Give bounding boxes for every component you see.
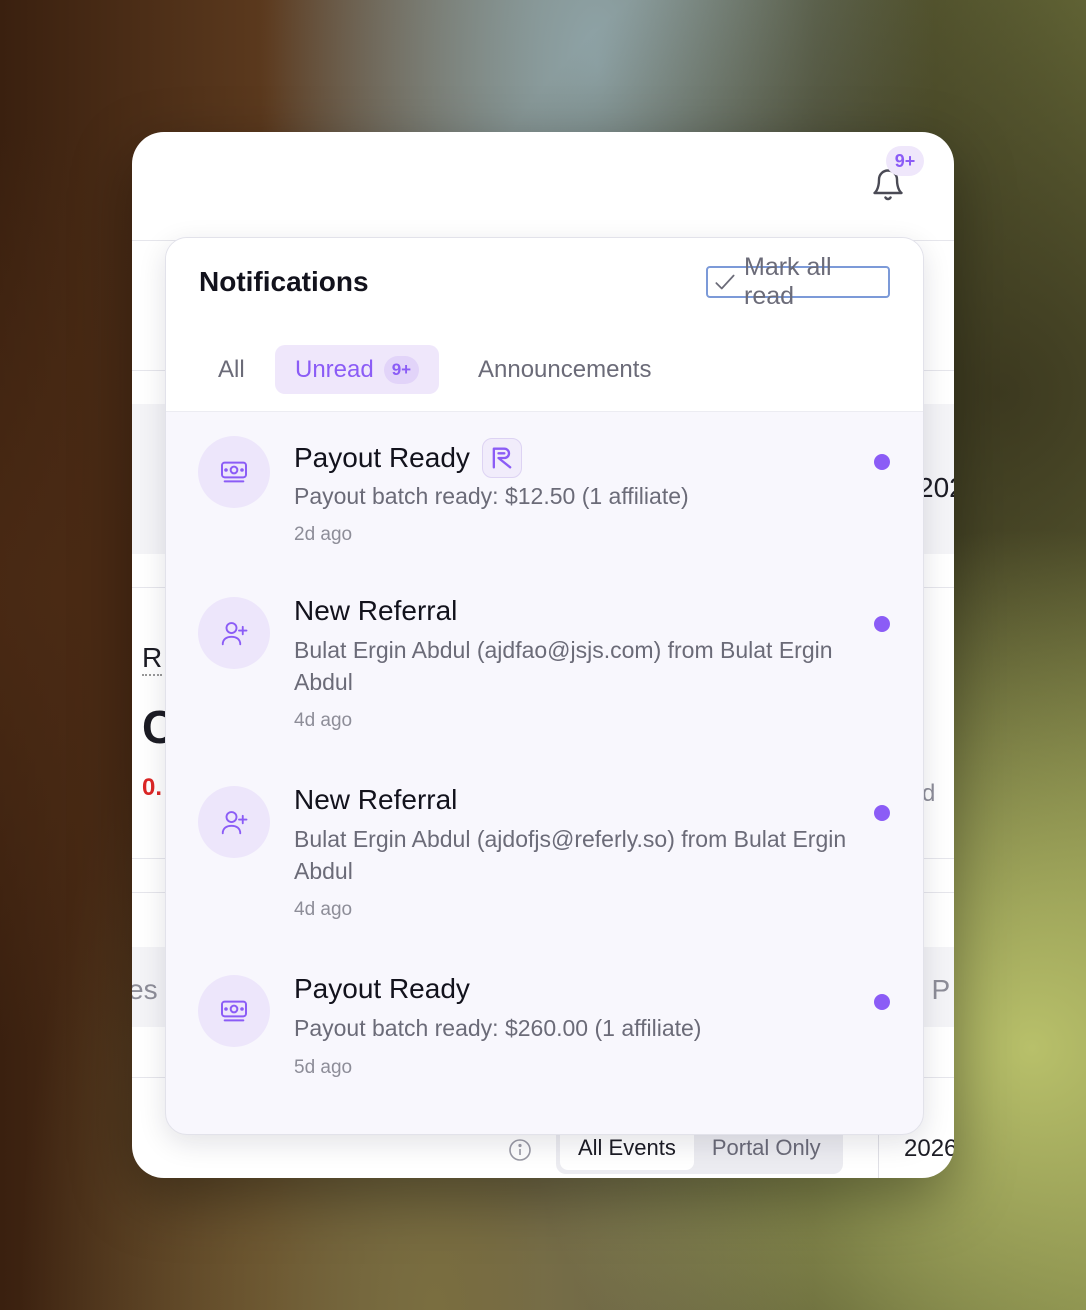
year-selector[interactable]: 2026 — [904, 1135, 954, 1163]
user-plus-icon — [221, 622, 248, 646]
notification-time: 2d ago — [294, 524, 353, 545]
dropdown-header: Notifications Mark all read — [166, 238, 923, 329]
dropdown-title: Notifications — [199, 266, 369, 297]
top-bar: 9+ — [132, 132, 954, 241]
notification-time: 4d ago — [294, 710, 353, 731]
notification-body: Bulat Ergin Abdul (ajdfao@jsjs.com) from… — [294, 637, 833, 695]
referly-logo-icon — [481, 438, 522, 478]
bg-change-fragment: 0. — [142, 774, 163, 801]
user-plus-icon — [221, 811, 248, 835]
notification-item[interactable]: New Referral Bulat Ergin Abdul (ajdofjs@… — [166, 760, 923, 949]
notification-avatar — [198, 975, 270, 1047]
notification-avatar — [198, 436, 270, 508]
unread-dot — [874, 805, 890, 821]
notifications-dropdown: Notifications Mark all read All Unread 9… — [165, 237, 924, 1135]
money-icon — [221, 1000, 247, 1022]
notification-item[interactable]: New Referral Bulat Ergin Abdul (ajdfao@j… — [166, 571, 923, 760]
notification-title-text: Payout Ready — [294, 442, 470, 473]
notification-title: New Referral — [294, 784, 458, 815]
notification-title: Payout Ready — [294, 438, 522, 478]
notification-time: 4d ago — [294, 899, 353, 920]
unread-dot — [874, 616, 890, 632]
notification-title: New Referral — [294, 595, 458, 626]
check-icon — [715, 274, 735, 290]
notification-time: 5d ago — [294, 1057, 353, 1078]
bg-column-fragment: es — [132, 974, 158, 1005]
bg-text-fragment: d — [922, 780, 936, 807]
unread-dot — [874, 994, 890, 1010]
notification-count-badge: 9+ — [886, 146, 924, 176]
notification-body: Payout batch ready: $12.50 (1 affiliate) — [294, 483, 689, 509]
mark-all-read-label: Mark all read — [744, 253, 832, 310]
unread-count-badge: 9+ — [383, 355, 420, 384]
notification-tabs: All Unread 9+ Announcements — [166, 328, 923, 412]
unread-dot — [874, 454, 890, 470]
mark-all-read-button[interactable]: Mark all read — [706, 253, 890, 310]
notification-avatar — [198, 786, 270, 858]
tab-all[interactable]: All — [218, 345, 245, 394]
bg-text-fragment: R — [142, 642, 163, 676]
notification-avatar — [198, 597, 270, 669]
notification-item[interactable]: Payout Ready Payout batch ready: $260.00… — [166, 949, 923, 1109]
notification-body: Bulat Ergin Abdul (ajdofjs@referly.so) f… — [294, 826, 847, 884]
notification-title: Payout Ready — [294, 973, 470, 1004]
tab-unread[interactable]: Unread 9+ — [275, 345, 440, 394]
tab-unread-label: Unread — [295, 355, 374, 383]
money-icon — [221, 461, 247, 483]
notification-body: Payout batch ready: $260.00 (1 affiliate… — [294, 1015, 702, 1041]
info-icon[interactable] — [508, 1138, 532, 1162]
tab-announcements[interactable]: Announcements — [478, 345, 651, 394]
notification-item[interactable]: Payout Ready Payout batch ready: $12.50 … — [166, 412, 923, 571]
